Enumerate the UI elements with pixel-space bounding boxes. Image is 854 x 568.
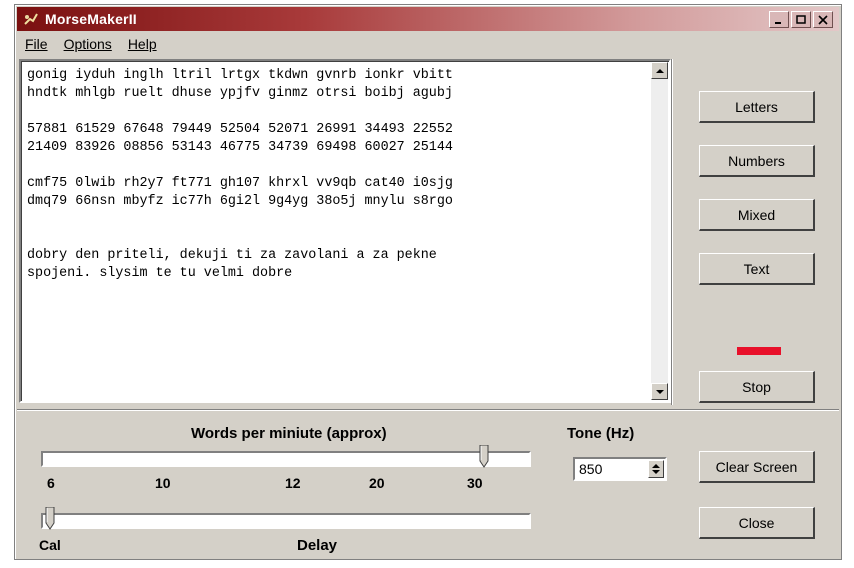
- wpm-slider-thumb[interactable]: [479, 444, 489, 468]
- scroll-up-button[interactable]: [651, 62, 668, 79]
- wpm-label: Words per miniute (approx): [191, 425, 387, 442]
- scroll-down-button[interactable]: [651, 383, 668, 400]
- delay-min-label: Cal: [39, 537, 61, 553]
- panel-divider: [671, 59, 673, 405]
- maximize-button[interactable]: [791, 11, 811, 28]
- vertical-scrollbar[interactable]: [651, 62, 668, 400]
- transmit-indicator: [737, 347, 781, 355]
- tone-label: Tone (Hz): [567, 425, 635, 442]
- wpm-tick-12: 12: [285, 475, 301, 491]
- title-bar[interactable]: MorseMakerII: [17, 7, 839, 31]
- spin-arrows-icon: [652, 464, 660, 474]
- menu-file-label: File: [25, 36, 48, 52]
- app-icon: [23, 11, 39, 27]
- close-window-button[interactable]: [813, 11, 833, 28]
- menu-bar: File Options Help: [17, 33, 839, 55]
- tone-spinbox[interactable]: 850: [573, 457, 667, 481]
- text-button[interactable]: Text: [699, 253, 815, 285]
- morse-text-content[interactable]: gonig iyduh inglh ltril lrtgx tkdwn gvnr…: [27, 67, 647, 397]
- wpm-tick-20: 20: [369, 475, 385, 491]
- horizontal-separator: [17, 409, 839, 411]
- wpm-slider-track[interactable]: [41, 451, 531, 467]
- menu-options-label: Options: [63, 36, 112, 52]
- numbers-button[interactable]: Numbers: [699, 145, 815, 177]
- tone-spin-buttons[interactable]: [648, 460, 664, 478]
- main-window: MorseMakerII File Options Help gonig iyd…: [14, 4, 842, 560]
- window-title: MorseMakerII: [45, 11, 137, 27]
- tone-value[interactable]: 850: [579, 461, 602, 477]
- menu-options[interactable]: Options: [56, 36, 120, 52]
- mixed-button[interactable]: Mixed: [699, 199, 815, 231]
- delay-label: Delay: [297, 537, 338, 554]
- menu-help[interactable]: Help: [120, 36, 165, 52]
- menu-help-label: Help: [127, 36, 157, 52]
- arrow-down-icon: [655, 389, 664, 394]
- delay-slider-track[interactable]: [41, 513, 531, 529]
- wpm-tick-30: 30: [467, 475, 483, 491]
- wpm-tick-6: 6: [47, 475, 55, 491]
- wpm-tick-10: 10: [155, 475, 171, 491]
- minimize-button[interactable]: [769, 11, 789, 28]
- delay-slider-thumb[interactable]: [45, 506, 55, 530]
- stop-button[interactable]: Stop: [699, 371, 815, 403]
- letters-button[interactable]: Letters: [699, 91, 815, 123]
- clear-screen-button[interactable]: Clear Screen: [699, 451, 815, 483]
- arrow-up-icon: [655, 68, 664, 73]
- close-button[interactable]: Close: [699, 507, 815, 539]
- menu-file[interactable]: File: [17, 36, 56, 52]
- morse-text-area[interactable]: gonig iyduh inglh ltril lrtgx tkdwn gvnr…: [19, 59, 671, 403]
